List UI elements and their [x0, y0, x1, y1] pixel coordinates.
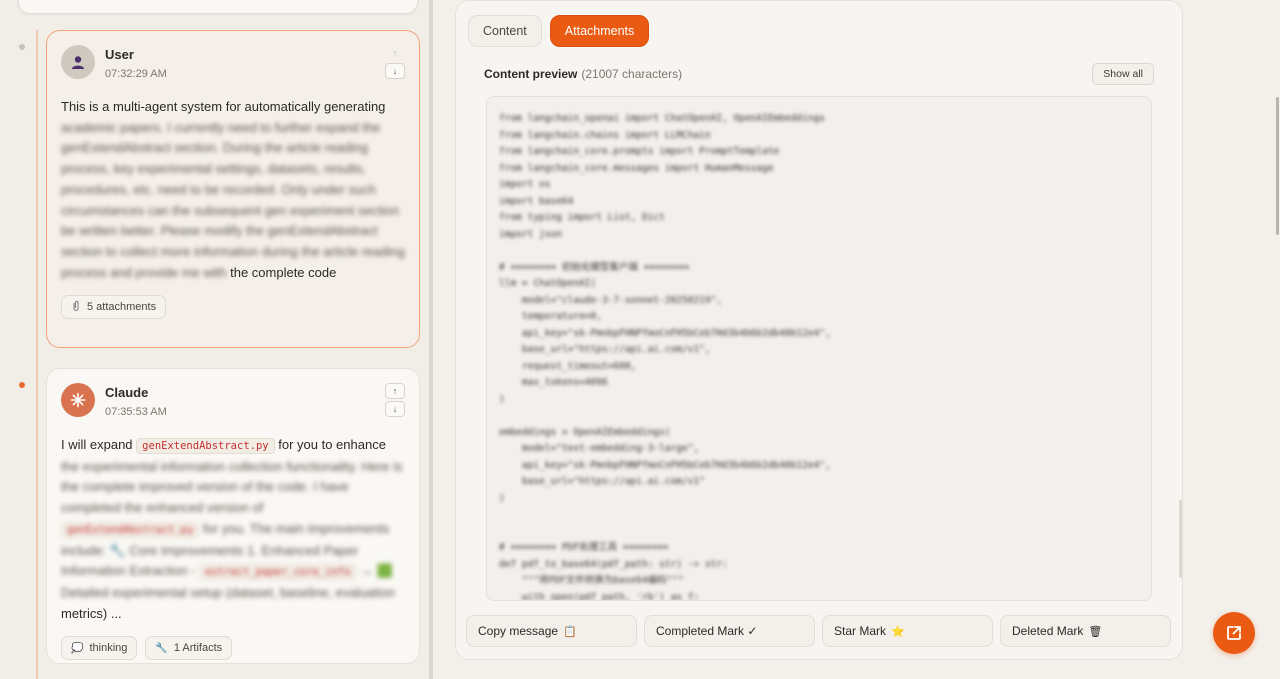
code-line: llm = ChatOpenAI( — [499, 278, 597, 289]
code-line: from langchain.chains import LLMChain — [499, 129, 711, 141]
action-label: Star Mark — [834, 624, 887, 638]
code-line: api_key="sk-PmnbpFHNPfmoCnFH5bCeb7Hd3b4b… — [499, 459, 831, 471]
detail-panel: Content Attachments Content preview (210… — [455, 0, 1183, 660]
open-external-button[interactable] — [1213, 612, 1255, 654]
sender-name: User — [105, 47, 134, 62]
clipboard-icon: 📋 — [563, 625, 577, 638]
open-external-icon — [1227, 626, 1241, 640]
inline-code-function: extract_paper_core_info — [199, 564, 357, 581]
message-text-end: metrics) ... — [61, 605, 122, 621]
artifacts-chip[interactable]: 🔧 1 Artifacts — [145, 636, 233, 661]
message-text-start: This is a multi-agent system for automat… — [61, 99, 386, 114]
user-icon — [72, 56, 84, 69]
code-line: def pdf_to_base64(pdf_path: str) -> str: — [499, 558, 728, 570]
code-line: from langchain_core.prompts import Promp… — [499, 146, 780, 157]
code-line: from typing import List, Dict — [499, 212, 665, 223]
inline-code-filename: genExtendAbstract.py — [136, 438, 275, 454]
code-line: request_timeout=600, — [499, 360, 637, 372]
preview-title: Content preview — [484, 67, 578, 81]
code-line: # ======== PDF处理工具 ======== — [499, 542, 669, 553]
user-avatar — [61, 45, 95, 79]
star-mark-button[interactable]: Star Mark ⭐ — [822, 615, 993, 647]
message-actions: Copy message 📋 Completed Mark ✓ Star Mar… — [466, 615, 1171, 647]
timeline-dot-active — [19, 382, 25, 388]
code-line: import json — [499, 228, 562, 240]
completed-mark-button[interactable]: Completed Mark ✓ — [644, 615, 815, 647]
code-line: model="claude-3-7-sonnet-20250219", — [499, 294, 723, 306]
action-label: Copy message — [478, 624, 559, 638]
code-line: api_key="sk-PmnbpFHNPfmoCnFH5bCeb7Hd3b4b… — [499, 327, 831, 339]
assistant-message-card[interactable]: Claude 07:35:53 AM ↑ ↓ I will expand gen… — [46, 368, 420, 664]
copy-message-button[interactable]: Copy message 📋 — [466, 615, 637, 647]
sparkle-icon — [70, 392, 86, 408]
inline-code-filename: genExtendAbstract.py — [61, 521, 200, 538]
message-text-blurred: the experimental information collection … — [61, 458, 403, 516]
code-preview[interactable]: from langchain_openai import ChatOpenAI,… — [486, 96, 1152, 601]
paperclip-icon — [71, 300, 81, 315]
code-line: from langchain_core.messages import Huma… — [499, 162, 774, 174]
scroll-down-button[interactable]: ↓ — [385, 63, 405, 79]
tab-attachments[interactable]: Attachments — [549, 15, 650, 47]
code-line: import os — [499, 179, 551, 190]
scroll-up-button[interactable]: ↑ — [385, 383, 405, 399]
code-line: with open(pdf_path, 'rb') as f: — [499, 591, 700, 601]
attachments-chip[interactable]: 5 attachments — [61, 295, 167, 320]
message-text-blurred: academic papers. I currently need to fur… — [61, 119, 405, 280]
detail-tabs: Content Attachments — [468, 15, 650, 47]
message-timestamp: 07:32:29 AM — [105, 68, 167, 80]
action-label: Completed Mark ✓ — [656, 624, 758, 638]
scroll-up-button[interactable]: ↑ — [385, 45, 405, 61]
code-line: max_tokens=4096 — [499, 377, 608, 388]
deleted-mark-button[interactable]: Deleted Mark 🗑 — [1000, 615, 1171, 647]
trash-icon: 🗑 — [1088, 625, 1103, 638]
scroll-down-button[interactable]: ↓ — [385, 401, 405, 417]
star-icon: ⭐ — [891, 625, 905, 638]
code-line: # ======== 初始化模型客户端 ======== — [499, 261, 690, 273]
code-line: temperature=0, — [499, 311, 602, 322]
timeline-dot — [19, 44, 25, 50]
attachments-label: 5 attachments — [87, 301, 157, 314]
code-line: from langchain_openai import ChatOpenAI,… — [499, 113, 826, 124]
sender-name: Claude — [105, 385, 149, 400]
show-all-button[interactable]: Show all — [1092, 63, 1154, 85]
tab-content[interactable]: Content — [468, 15, 542, 47]
action-label: Deleted Mark — [1012, 624, 1084, 638]
thought-bubble-icon: 💭 — [71, 642, 84, 654]
wrench-icon: 🔧 — [155, 642, 168, 654]
timeline-line — [36, 30, 38, 679]
pane-resize-handle[interactable] — [429, 0, 433, 679]
code-line: import base64 — [499, 195, 574, 207]
user-message-card[interactable]: User 07:32:29 AM ↑ ↓ This is a multi-age… — [46, 30, 420, 348]
message-text: This is a multi-agent system for automat… — [61, 97, 405, 283]
code-line: """将PDF文件转换为base64编码""" — [499, 575, 684, 586]
page-scrollbar[interactable] — [1276, 97, 1279, 235]
code-line: base_url="https://api.ai.com/v1", — [499, 344, 711, 355]
message-text-end: the complete code — [230, 264, 337, 280]
claude-avatar — [61, 383, 95, 417]
code-line: embeddings = OpenAIEmbeddings( — [499, 426, 671, 438]
code-scrollbar[interactable] — [1179, 500, 1182, 578]
code-line: base_url="https://api.ai.com/v1" — [499, 476, 705, 487]
thinking-chip[interactable]: 💭 thinking — [61, 636, 138, 661]
conversation-pane: User 07:32:29 AM ↑ ↓ This is a multi-age… — [0, 0, 430, 679]
code-line: ) — [499, 393, 505, 405]
content-preview-header: Content preview (21007 characters) Show … — [484, 61, 1154, 87]
artifacts-label: 1 Artifacts — [173, 642, 223, 655]
message-text-start: I will expand — [61, 437, 133, 452]
message-timestamp: 07:35:53 AM — [105, 406, 167, 418]
message-text-cont: for you to enhance — [278, 437, 386, 452]
code-line: ) — [499, 492, 505, 504]
previous-message-card — [18, 0, 418, 14]
character-count: (21007 characters) — [581, 67, 683, 81]
message-text: I will expand genExtendAbstract.py for y… — [61, 435, 405, 624]
code-line: model="text-embedding-3-large", — [499, 443, 700, 454]
thinking-label: thinking — [89, 642, 128, 655]
